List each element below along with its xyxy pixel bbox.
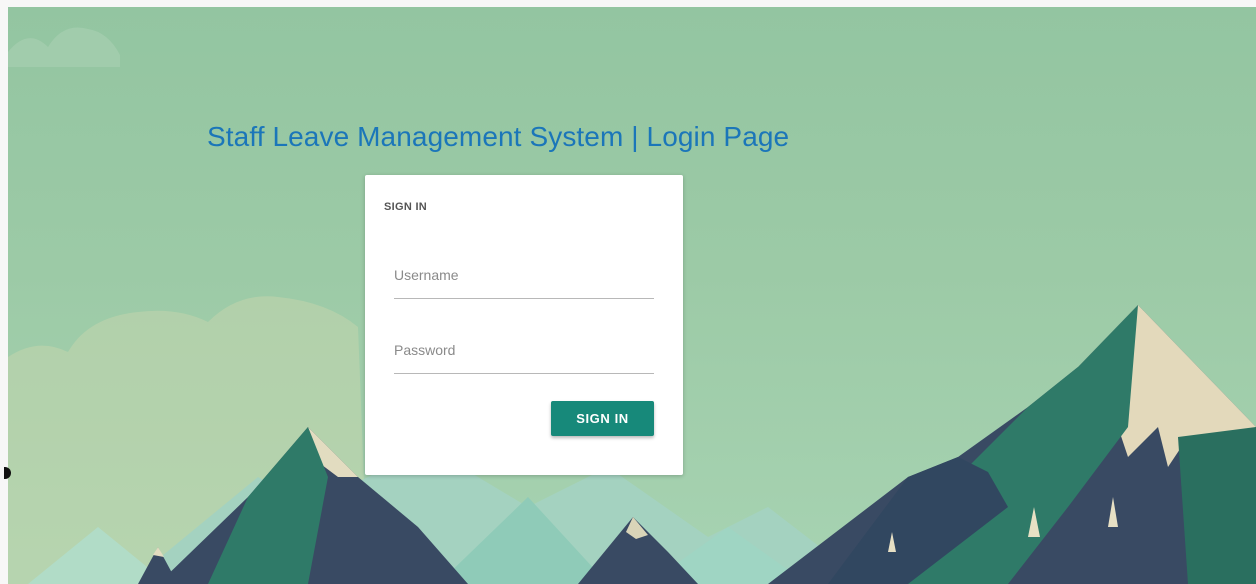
login-card-heading: SIGN IN bbox=[384, 201, 428, 213]
sign-in-button[interactable]: SIGN IN bbox=[551, 401, 654, 436]
login-card: SIGN IN SIGN IN bbox=[365, 175, 683, 475]
page-title: Staff Leave Management System | Login Pa… bbox=[207, 121, 790, 152]
username-field[interactable] bbox=[394, 258, 654, 299]
password-field[interactable] bbox=[394, 333, 654, 374]
